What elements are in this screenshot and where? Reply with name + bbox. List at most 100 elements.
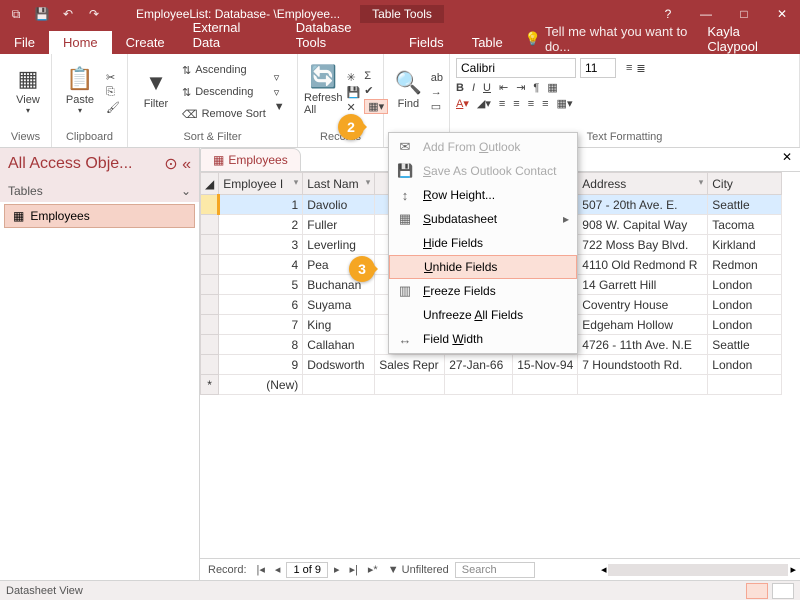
tab-dbtools[interactable]: Database Tools — [282, 16, 395, 54]
table-icon: ▦ — [13, 209, 24, 223]
filter-indicator[interactable]: ▼ Unfiltered — [384, 564, 453, 576]
remove-sort-button[interactable]: ⌫ Remove Sort — [182, 104, 266, 124]
tell-me[interactable]: 💡 Tell me what you want to do... — [525, 24, 708, 54]
table-icon: ▦ — [213, 153, 224, 167]
align-icon[interactable]: ≡ — [499, 98, 505, 110]
menu-unfreeze-all-fields[interactable]: Unfreeze All Fields — [389, 303, 577, 327]
selection-icon[interactable]: ▿ — [274, 71, 285, 84]
help-icon[interactable]: ? — [654, 4, 682, 24]
ribbon-tabs: File Home Create External Data Database … — [0, 28, 800, 54]
find-button[interactable]: 🔍Find — [390, 56, 427, 124]
select-all[interactable]: ◢ — [201, 173, 219, 195]
user-name[interactable]: Kayla Claypool — [707, 24, 790, 54]
maximize-icon[interactable]: □ — [730, 4, 758, 24]
menu-field-width[interactable]: ↔Field Width — [389, 327, 577, 351]
datasheet-view-icon[interactable] — [746, 583, 768, 599]
search-box[interactable]: Search — [455, 562, 535, 578]
gridlines-icon[interactable]: ▦ — [547, 81, 557, 94]
hscroll-left-icon[interactable]: ◂ — [601, 563, 607, 576]
rtl-icon[interactable]: ¶ — [533, 82, 539, 94]
tab-file[interactable]: File — [0, 31, 49, 54]
hscroll-track[interactable] — [608, 564, 788, 576]
context-menu: ✉Add From Outlook💾Save As Outlook Contac… — [388, 132, 578, 354]
paste-button[interactable]: 📋Paste▾ — [58, 56, 102, 124]
underline-button[interactable]: U — [483, 82, 491, 94]
font-name-input[interactable] — [456, 58, 576, 78]
cut-icon[interactable]: ✂ — [106, 71, 120, 84]
redo-icon[interactable]: ↷ — [82, 2, 106, 26]
tab-table[interactable]: Table — [458, 31, 517, 54]
col-city[interactable]: City — [708, 173, 782, 195]
menu-row-height-[interactable]: ↕Row Height... — [389, 183, 577, 207]
menu-save-as-outlook-contact: 💾Save As Outlook Contact — [389, 159, 577, 183]
design-view-icon[interactable] — [772, 583, 794, 599]
rec-first-icon[interactable]: |◂ — [253, 563, 269, 576]
ascending-button[interactable]: ⇅ Ascending — [182, 60, 266, 80]
sheet-tab-employees[interactable]: ▦Employees — [200, 148, 301, 171]
app-icon: ⧉ — [4, 2, 28, 26]
rec-prev-icon[interactable]: ◂ — [271, 563, 285, 576]
col-employee-id[interactable]: Employee I▾ — [219, 173, 303, 195]
bullets-icon[interactable]: ≡ — [626, 62, 632, 74]
menu-unhide-fields[interactable]: Unhide Fields — [389, 255, 577, 279]
table-row[interactable]: 9DodsworthSales Repr27-Jan-6615-Nov-947 … — [201, 355, 782, 375]
font-size-input[interactable] — [580, 58, 616, 78]
col-address[interactable]: Address▾ — [578, 173, 708, 195]
navigation-pane: All Access Obje...⊙ « Tables⌄ ▦Employees — [0, 148, 200, 580]
callout-3: 3 — [349, 256, 375, 282]
indent-right-icon[interactable]: ⇥ — [516, 81, 525, 94]
copy-icon[interactable]: ⎘ — [106, 86, 120, 99]
fill-color-icon[interactable]: ◢▾ — [477, 97, 491, 110]
save-rec-icon[interactable]: 💾 — [347, 86, 361, 99]
numbering-icon[interactable]: ≣ — [636, 62, 645, 75]
menu-subdatasheet[interactable]: ▦Subdatasheet▸ — [389, 207, 577, 231]
grid-icon: ▦ — [18, 66, 39, 92]
select-icon[interactable]: ▭ — [431, 100, 443, 113]
align-center-icon[interactable]: ≡ — [528, 98, 534, 110]
italic-button[interactable]: I — [472, 82, 475, 94]
align-right-icon[interactable]: ≡ — [542, 98, 548, 110]
chevron-icon[interactable]: ⊙ « — [164, 154, 191, 174]
rec-next-icon[interactable]: ▸ — [330, 563, 344, 576]
tab-create[interactable]: Create — [112, 31, 179, 54]
find-icon: 🔍 — [395, 70, 422, 96]
menu-freeze-fields[interactable]: ▥Freeze Fields — [389, 279, 577, 303]
tab-fields[interactable]: Fields — [395, 31, 458, 54]
refresh-icon: 🔄 — [310, 64, 337, 90]
new-icon[interactable]: ✳ — [347, 71, 361, 84]
toggle-filter-icon[interactable]: ▼ — [274, 101, 285, 113]
save-icon[interactable]: 💾 — [30, 2, 54, 26]
close-tab-icon[interactable]: ✕ — [774, 148, 800, 171]
replace-icon[interactable]: ab — [431, 72, 443, 84]
menu-hide-fields[interactable]: Hide Fields — [389, 231, 577, 255]
alt-row-icon[interactable]: ▦▾ — [557, 97, 573, 110]
callout-2: 2 — [338, 114, 364, 140]
nav-item-employees[interactable]: ▦Employees — [4, 204, 195, 228]
paste-icon: 📋 — [66, 66, 93, 92]
rec-new-icon[interactable]: ▸* — [364, 563, 382, 576]
nav-section-tables[interactable]: Tables⌄ — [0, 180, 199, 202]
undo-icon[interactable]: ↶ — [56, 2, 80, 26]
new-row[interactable]: *(New) — [201, 375, 782, 395]
hscroll-right-icon[interactable]: ▸ — [790, 563, 796, 576]
minimize-icon[interactable]: — — [692, 4, 720, 24]
rec-position[interactable]: 1 of 9 — [286, 562, 328, 578]
align-left-icon[interactable]: ≡ — [513, 98, 519, 110]
rec-last-icon[interactable]: ▸| — [346, 563, 362, 576]
advanced-icon[interactable]: ▿ — [274, 86, 285, 99]
goto-icon[interactable]: → — [431, 86, 443, 98]
bold-button[interactable]: B — [456, 82, 464, 94]
view-button[interactable]: ▦View▾ — [6, 56, 50, 124]
tab-home[interactable]: Home — [49, 31, 112, 54]
tab-external[interactable]: External Data — [179, 16, 282, 54]
refresh-button[interactable]: 🔄Refresh All — [304, 56, 343, 124]
indent-left-icon[interactable]: ⇤ — [499, 81, 508, 94]
format-painter-icon[interactable]: 🖌 — [106, 101, 120, 114]
nav-header[interactable]: All Access Obje...⊙ « — [0, 148, 199, 180]
font-color-icon[interactable]: A▾ — [456, 97, 469, 110]
delete-icon[interactable]: ✕ — [347, 101, 361, 114]
close-icon[interactable]: ✕ — [768, 4, 796, 24]
descending-button[interactable]: ⇅ Descending — [182, 82, 266, 102]
filter-button[interactable]: ▼Filter — [134, 56, 178, 124]
col-last-name[interactable]: Last Nam▾ — [303, 173, 375, 195]
